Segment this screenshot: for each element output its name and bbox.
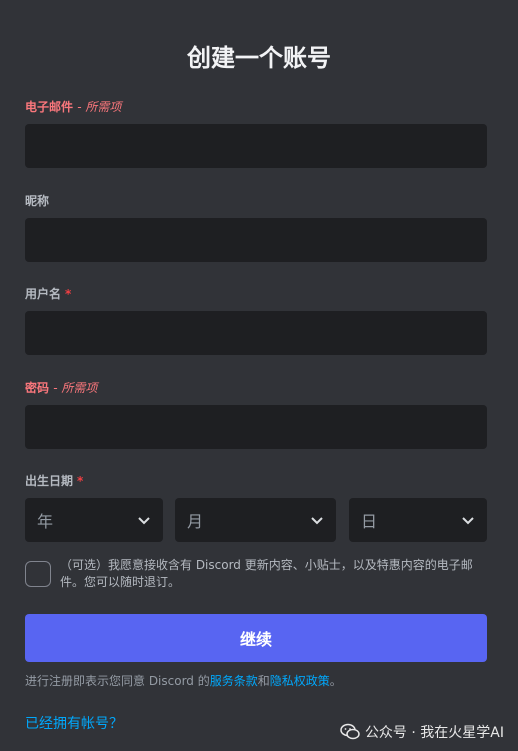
- optin-checkbox[interactable]: [25, 561, 51, 587]
- nickname-label: 昵称: [25, 192, 49, 209]
- month-select-value: 月: [187, 512, 204, 531]
- password-label: 密码 - 所需项: [25, 379, 97, 396]
- terms-and: 和: [257, 674, 270, 688]
- login-link[interactable]: 已经拥有帐号？: [25, 713, 123, 733]
- birthdate-label-text: 出生日期: [25, 474, 74, 488]
- chevron-down-icon: [138, 517, 150, 525]
- nickname-field[interactable]: [25, 218, 487, 262]
- day-select[interactable]: 日: [349, 498, 487, 542]
- nickname-label-text: 昵称: [25, 194, 50, 208]
- year-select[interactable]: 年: [25, 498, 163, 542]
- username-label: 用户名 *: [25, 285, 71, 302]
- terms-suffix: 。: [329, 674, 342, 688]
- wechat-icon: [340, 723, 360, 740]
- chevron-down-icon: [462, 517, 474, 525]
- watermark: 公众号 · 我在火星学AI: [339, 718, 504, 746]
- password-required-note: - 所需项: [53, 381, 98, 395]
- required-asterisk: *: [65, 287, 72, 301]
- required-asterisk: *: [77, 474, 84, 488]
- chevron-down-icon: [311, 517, 323, 525]
- terms-notice: 进行注册即表示您同意 Discord 的服务条款和隐私权政策。: [25, 672, 342, 689]
- privacy-policy-link[interactable]: 隐私权政策: [270, 674, 330, 688]
- email-required-note: - 所需项: [77, 100, 122, 114]
- email-label-text: 电子邮件: [25, 100, 74, 114]
- password-field[interactable]: [25, 405, 487, 449]
- username-label-text: 用户名: [25, 287, 62, 301]
- continue-button[interactable]: 继续: [25, 614, 487, 662]
- password-label-text: 密码: [25, 381, 50, 395]
- birthdate-label: 出生日期 *: [25, 472, 83, 489]
- day-select-value: 日: [361, 512, 378, 531]
- tos-link[interactable]: 服务条款: [210, 674, 258, 688]
- username-field[interactable]: [25, 311, 487, 355]
- month-select[interactable]: 月: [175, 498, 336, 542]
- email-field[interactable]: [25, 124, 487, 168]
- terms-prefix: 进行注册即表示您同意 Discord 的: [25, 674, 210, 688]
- page-title: 创建一个账号: [187, 44, 331, 72]
- year-select-value: 年: [37, 512, 54, 531]
- email-label: 电子邮件 - 所需项: [25, 98, 121, 115]
- optin-text: （可选）我愿意接收含有 Discord 更新内容、小贴士，以及特惠内容的电子邮件…: [60, 558, 473, 589]
- watermark-text: 公众号 · 我在火星学AI: [364, 725, 504, 741]
